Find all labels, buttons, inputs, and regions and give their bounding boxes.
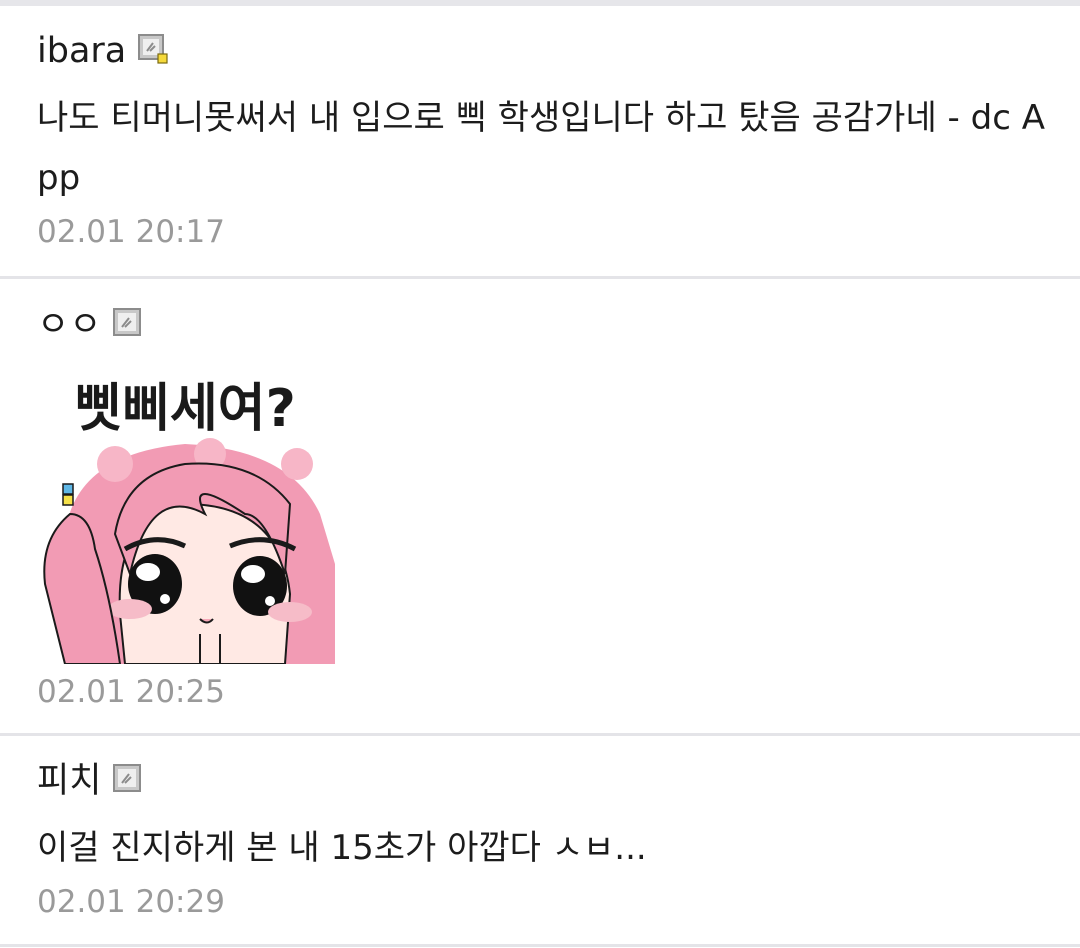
comment-nickname[interactable]: 피치 [37, 756, 101, 806]
comment-header: ㅇㅇ [37, 300, 1050, 350]
fixed-nick-icon [113, 308, 142, 336]
top-divider [0, 0, 1080, 6]
comment-item: ㅇㅇ 삣삐세여? 02.01 20:25 [0, 300, 1080, 712]
comment-divider [0, 733, 1080, 736]
comment-header: ibara [37, 26, 1050, 76]
comment-timestamp: 02.01 20:25 [37, 674, 225, 710]
fixed-nick-icon [113, 764, 142, 792]
comment-header: 피치 [37, 756, 1050, 806]
comment-text: 나도 티머니못써서 내 입으로 삑 학생입니다 하고 탔음 공감가네 - dc … [37, 98, 1045, 198]
comment-item: 피치 이걸 진지하게 본 내 15초가 아깝다 ㅅㅂ... 02.01 20:2… [0, 756, 1080, 922]
sticker-caption: 삣삐세여? [74, 379, 296, 439]
comment-text: 이걸 진지하게 본 내 15초가 아깝다 ㅅㅂ... [37, 828, 647, 868]
comment-timestamp: 02.01 20:29 [37, 884, 225, 920]
comment-nickname[interactable]: ㅇㅇ [37, 300, 101, 350]
sticker-image[interactable]: 삣삐세여? [35, 364, 335, 664]
comment-nickname[interactable]: ibara [37, 26, 126, 76]
comment-divider [0, 944, 1080, 947]
comment-item: ibara 나도 티머니못써서 내 입으로 삑 학생입니다 하고 탔음 공감가네… [0, 26, 1080, 252]
fixed-nick-icon [138, 34, 168, 64]
comment-divider [0, 276, 1080, 279]
comment-timestamp: 02.01 20:17 [37, 214, 225, 250]
